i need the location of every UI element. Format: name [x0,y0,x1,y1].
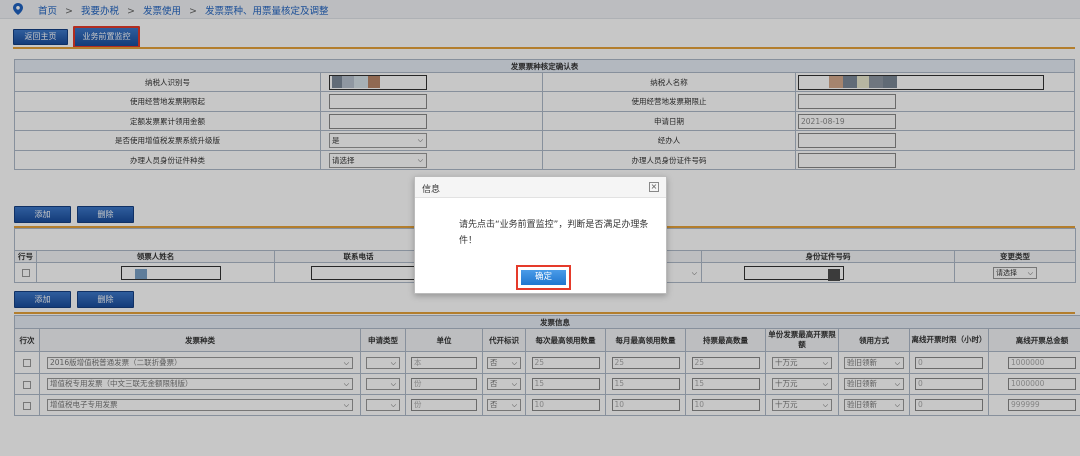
dialog-ok-button[interactable]: 确定 [516,265,571,290]
dialog-header: 信息 × [415,177,666,198]
info-dialog: 信息 × 请先点击“业务前置监控”，判断是否满足办理条件！ 确定 [414,176,667,294]
close-icon[interactable]: × [649,182,659,192]
app-root: 首页 > 我要办税 > 发票使用 > 发票票种、用票量核定及调整 返回主页 业务前置监控 发… [0,0,1080,456]
dialog-title: 信息 [422,185,441,195]
dialog-ok-label: 确定 [521,270,566,285]
dialog-message: 请先点击“业务前置监控”，判断是否满足办理条件！ [459,220,649,246]
